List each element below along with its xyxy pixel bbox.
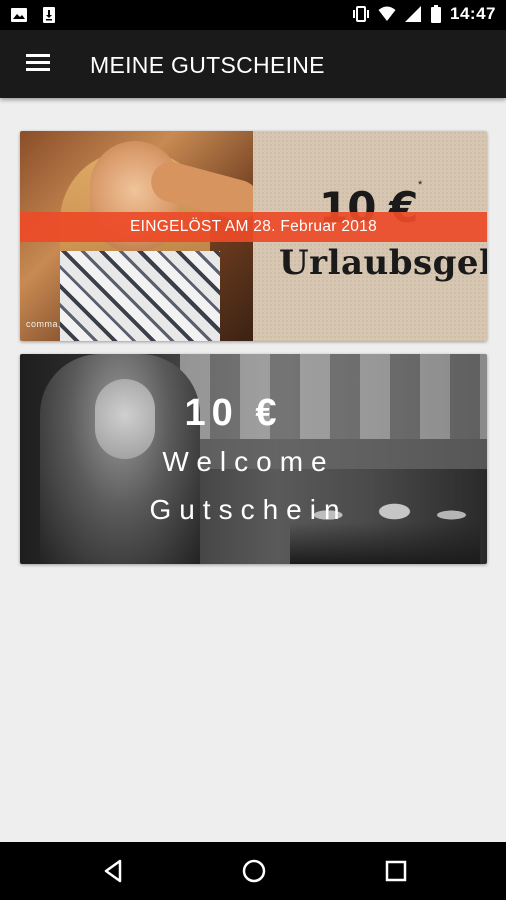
battery-icon	[430, 5, 442, 23]
page-title: MEINE GUTSCHEINE	[90, 52, 325, 78]
voucher-amount: 10 €	[184, 392, 283, 434]
app-bar: MEINE GUTSCHEINE	[0, 30, 506, 98]
voucher-list: comma, 10 € * Urlaubsgeld EINGELÖST AM 2…	[0, 98, 506, 842]
signal-icon	[404, 5, 422, 23]
voucher-name: Urlaubsgeld	[279, 243, 487, 283]
brand-logo: comma,	[26, 319, 62, 329]
voucher-card-urlaubsgeld[interactable]: comma, 10 € * Urlaubsgeld EINGELÖST AM 2…	[20, 131, 487, 341]
voucher-title-line1: Welcome	[162, 446, 335, 477]
status-bar: 14:47	[0, 0, 506, 30]
asterisk: *	[418, 179, 423, 191]
recents-icon[interactable]	[381, 856, 411, 886]
download-icon	[40, 6, 58, 24]
home-icon[interactable]	[239, 856, 269, 886]
voucher-card-welcome[interactable]: 10 € Welcome Gutschein	[20, 354, 487, 564]
redeemed-banner: EINGELÖST AM 28. Februar 2018	[20, 212, 487, 242]
back-icon[interactable]	[98, 856, 128, 886]
navigation-bar	[0, 842, 506, 900]
wifi-icon	[378, 5, 396, 23]
menu-icon[interactable]	[22, 50, 54, 78]
vibrate-icon	[352, 5, 370, 23]
clock: 14:47	[450, 4, 496, 23]
voucher-title-line2: Gutschein	[149, 494, 348, 525]
image-icon	[10, 6, 28, 24]
